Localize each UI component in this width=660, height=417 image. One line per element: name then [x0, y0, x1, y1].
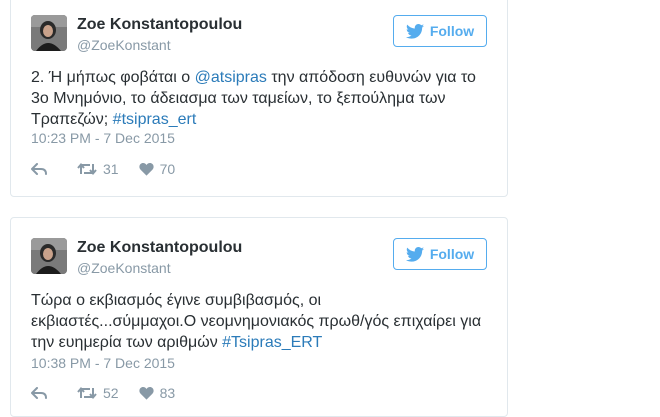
author-name[interactable]: Zoe Konstantopoulou — [77, 239, 242, 257]
reply-icon — [31, 163, 47, 175]
author-handle[interactable]: @ZoeKonstant — [77, 260, 171, 276]
tweet-text: Τώρα ο εκβιασμός έγινε συμβιβασμός, οι ε… — [31, 290, 487, 353]
tweet-card: Zoe Konstantopoulou @ZoeKonstant Follow … — [10, 0, 508, 197]
retweet-button[interactable]: 31 — [77, 161, 119, 177]
like-button[interactable]: 70 — [138, 161, 176, 177]
avatar[interactable] — [31, 238, 67, 274]
hashtag-link[interactable]: #tsipras_ert — [113, 111, 197, 128]
like-button[interactable]: 83 — [138, 385, 176, 401]
tweet-text-segment: 2. Ή μήπως φοβάται ο — [31, 69, 195, 86]
mention-link[interactable]: @atsipras — [195, 69, 267, 86]
avatar[interactable] — [31, 15, 67, 51]
reply-button[interactable] — [31, 387, 47, 399]
reply-button[interactable] — [31, 163, 47, 175]
hashtag-link[interactable]: #Tsipras_ERT — [222, 334, 322, 351]
follow-label: Follow — [429, 23, 475, 39]
twitter-bird-icon — [405, 246, 424, 262]
like-count: 70 — [159, 161, 176, 177]
tweet-card: Zoe Konstantopoulou @ZoeKonstant Follow … — [10, 217, 508, 417]
timestamp-link[interactable]: 10:38 PM - 7 Dec 2015 — [31, 355, 175, 371]
heart-icon — [138, 387, 154, 400]
author-name[interactable]: Zoe Konstantopoulou — [77, 16, 242, 34]
twitter-bird-icon — [405, 23, 424, 39]
tweet-text: 2. Ή μήπως φοβάται ο @atsipras την απόδο… — [31, 67, 487, 130]
retweet-icon — [77, 162, 97, 176]
retweet-icon — [77, 386, 97, 400]
follow-button[interactable]: Follow — [393, 238, 487, 270]
tweet-actions: 52 83 — [31, 385, 195, 401]
follow-button[interactable]: Follow — [393, 15, 487, 47]
retweet-button[interactable]: 52 — [77, 385, 119, 401]
reply-icon — [31, 387, 47, 399]
author-handle[interactable]: @ZoeKonstant — [77, 37, 171, 53]
heart-icon — [138, 163, 154, 176]
tweet-actions: 31 70 — [31, 161, 195, 177]
retweet-count: 52 — [103, 385, 119, 401]
follow-label: Follow — [429, 246, 475, 262]
like-count: 83 — [159, 385, 176, 401]
timestamp-link[interactable]: 10:23 PM - 7 Dec 2015 — [31, 130, 175, 146]
retweet-count: 31 — [103, 161, 119, 177]
